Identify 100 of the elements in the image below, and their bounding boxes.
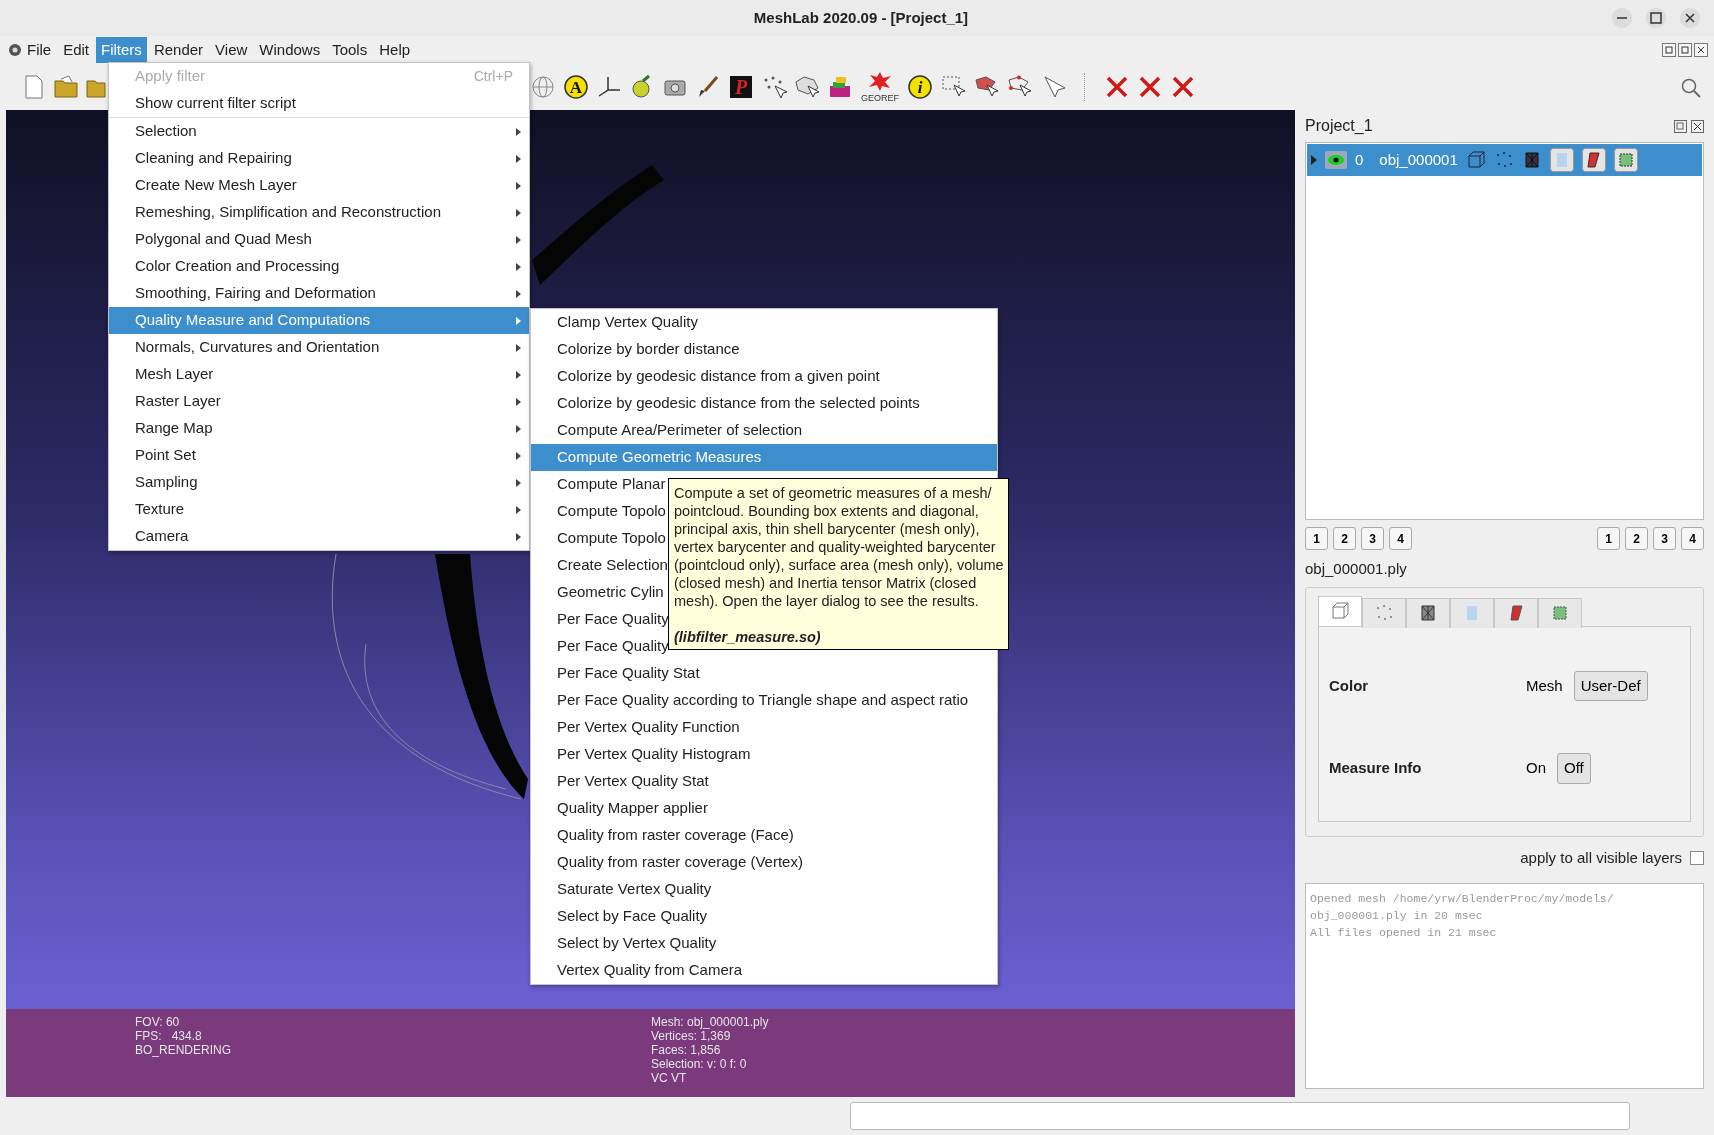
option-toggle[interactable]: Mesh xyxy=(1519,670,1570,701)
open-folder-icon[interactable] xyxy=(53,74,79,100)
menu-item[interactable]: Per Face Quality according to Triangle shape and aspect ratio xyxy=(531,687,997,714)
menu-item[interactable]: Filters xyxy=(96,36,147,64)
decorator-tab[interactable] xyxy=(1406,597,1450,628)
delete-icon[interactable] xyxy=(1137,74,1163,100)
submenu-arrow-icon xyxy=(516,343,521,352)
submenu-arrow-icon xyxy=(516,208,521,217)
decorator-tab[interactable] xyxy=(1538,597,1582,628)
layer-name: obj_000001 xyxy=(1379,149,1458,170)
menu-item[interactable]: Point Set xyxy=(109,442,529,469)
menu-item[interactable]: Colorize by geodesic distance from the selected points xyxy=(531,390,997,417)
menu-item[interactable]: Colorize by geodesic distance from a given point xyxy=(531,363,997,390)
menu-item[interactable]: Quality Measure and Computations xyxy=(109,307,529,334)
menu-item[interactable]: Saturate Vertex Quality xyxy=(531,876,997,903)
menu-item[interactable]: Normals, Curvatures and Orientation xyxy=(109,334,529,361)
info-text: Vertices: 1,369 xyxy=(651,1029,732,1043)
view-button[interactable]: 4 xyxy=(1389,527,1412,550)
tooltip-source: (libfilter_measure.so) xyxy=(674,628,822,646)
option-toggle[interactable]: Off xyxy=(1557,753,1591,784)
submenu-arrow-icon xyxy=(516,154,521,163)
panel-title: Project_1 xyxy=(1305,116,1373,136)
option-toggle[interactable]: User-Def xyxy=(1573,670,1648,701)
close-icon[interactable] xyxy=(1691,120,1704,134)
view-button[interactable]: 1 xyxy=(1597,527,1620,550)
restore-icon[interactable] xyxy=(1678,43,1692,57)
info-text: Faces: 1,856 xyxy=(651,1043,722,1057)
menu-item[interactable]: Colorize by border distance xyxy=(531,336,997,363)
letter-icon[interactable]: A xyxy=(563,74,589,100)
globe-icon[interactable] xyxy=(530,74,556,100)
menu-item[interactable]: Windows xyxy=(254,36,326,64)
menu-item[interactable]: Edit xyxy=(58,36,95,64)
log-line: obj_000001.ply in 20 msec xyxy=(1310,908,1484,924)
cylinder-icon[interactable] xyxy=(1549,148,1574,172)
menu-item[interactable]: Compute Area/Perimeter of selection xyxy=(531,417,997,444)
paint-icon[interactable] xyxy=(827,74,853,100)
dashed-square-icon[interactable] xyxy=(1613,148,1638,172)
submenu-arrow-icon xyxy=(516,262,521,271)
menu-item[interactable]: Quality from raster coverage (Vertex) xyxy=(531,849,997,876)
status-field[interactable] xyxy=(850,1102,1630,1130)
menu-item[interactable]: Select by Vertex Quality xyxy=(531,930,997,957)
menu-item[interactable]: Show current filter script xyxy=(109,90,529,117)
menu-item[interactable]: Tools xyxy=(327,36,373,64)
menu-item[interactable]: Per Vertex Quality Function xyxy=(531,714,997,741)
eye-icon[interactable] xyxy=(1325,151,1347,169)
float-icon[interactable] xyxy=(1673,120,1687,134)
expand-arrow-icon[interactable] xyxy=(1311,155,1317,165)
view-button[interactable]: 1 xyxy=(1305,527,1328,550)
checkbox[interactable] xyxy=(1690,850,1704,865)
menu-item[interactable]: Remeshing, Simplification and Reconstruction xyxy=(109,199,529,226)
view-button[interactable]: 3 xyxy=(1361,527,1384,550)
view-button[interactable]: 2 xyxy=(1333,527,1356,550)
menu-item[interactable]: Cleaning and Repairing xyxy=(109,145,529,172)
menu-item[interactable]: Per Vertex Quality Stat xyxy=(531,768,997,795)
menu-item[interactable]: Select by Face Quality xyxy=(531,903,997,930)
menu-item[interactable]: Quality Mapper applier xyxy=(531,795,997,822)
delete-icon[interactable] xyxy=(1104,74,1130,100)
menu-item[interactable]: View xyxy=(210,36,253,64)
menu-item[interactable]: Vertex Quality from Camera xyxy=(531,957,997,984)
menu-item[interactable]: Color Creation and Processing xyxy=(109,253,529,280)
info-icon[interactable]: i xyxy=(907,74,933,100)
menu-item[interactable]: Camera xyxy=(109,523,529,550)
menu-item[interactable]: Quality from raster coverage (Face) xyxy=(531,822,997,849)
menu-item[interactable]: Raster Layer xyxy=(109,388,529,415)
menu-item[interactable]: Per Vertex Quality Histogram xyxy=(531,741,997,768)
menu-item[interactable]: Selection xyxy=(109,118,529,145)
shaded-face-icon[interactable] xyxy=(1581,148,1606,172)
view-button[interactable]: 3 xyxy=(1653,527,1676,550)
window-title: MeshLab 2020.09 - [Project_1] xyxy=(752,7,970,28)
delete-icon[interactable] xyxy=(1170,74,1196,100)
menu-item[interactable]: Polygonal and Quad Mesh xyxy=(109,226,529,253)
menu-item[interactable]: Mesh Layer xyxy=(109,361,529,388)
decorator-tab[interactable] xyxy=(1494,597,1538,628)
menu-item[interactable]: Range Map xyxy=(109,415,529,442)
view-button[interactable]: 2 xyxy=(1625,527,1648,550)
layer-row[interactable]: 0 obj_000001 xyxy=(1307,144,1702,176)
text-tile-icon[interactable]: P xyxy=(728,74,754,100)
points-icon xyxy=(1374,603,1394,623)
menu-item[interactable]: Compute Geometric Measures xyxy=(531,444,997,471)
menu-item[interactable]: File xyxy=(22,36,57,64)
cube-icon[interactable] xyxy=(1465,150,1486,170)
menu-item[interactable]: Create New Mesh Layer xyxy=(109,172,529,199)
menu-item[interactable]: Smoothing, Fairing and Deformation xyxy=(109,280,529,307)
menu-item[interactable]: Help xyxy=(374,36,416,64)
menu-item[interactable]: Per Face Quality Stat xyxy=(531,660,997,687)
menu-item[interactable]: Texture xyxy=(109,496,529,523)
view-button[interactable]: 4 xyxy=(1681,527,1704,550)
menu-item[interactable]: Sampling xyxy=(109,469,529,496)
mesh-icon[interactable] xyxy=(794,74,820,100)
menu-item[interactable]: Clamp Vertex Quality xyxy=(531,309,997,336)
restore-icon[interactable] xyxy=(1662,43,1676,57)
option-toggle[interactable]: On xyxy=(1519,753,1553,784)
info-text: Selection: v: 0 f: 0 xyxy=(651,1057,748,1071)
close-icon[interactable] xyxy=(1694,43,1708,57)
axes-icon[interactable] xyxy=(596,74,622,100)
search-icon[interactable] xyxy=(1680,76,1702,99)
menu-item[interactable]: Render xyxy=(148,36,209,64)
cube-icon xyxy=(1330,601,1350,621)
submenu-arrow-icon xyxy=(516,127,521,136)
submenu-arrow-icon xyxy=(516,451,521,460)
